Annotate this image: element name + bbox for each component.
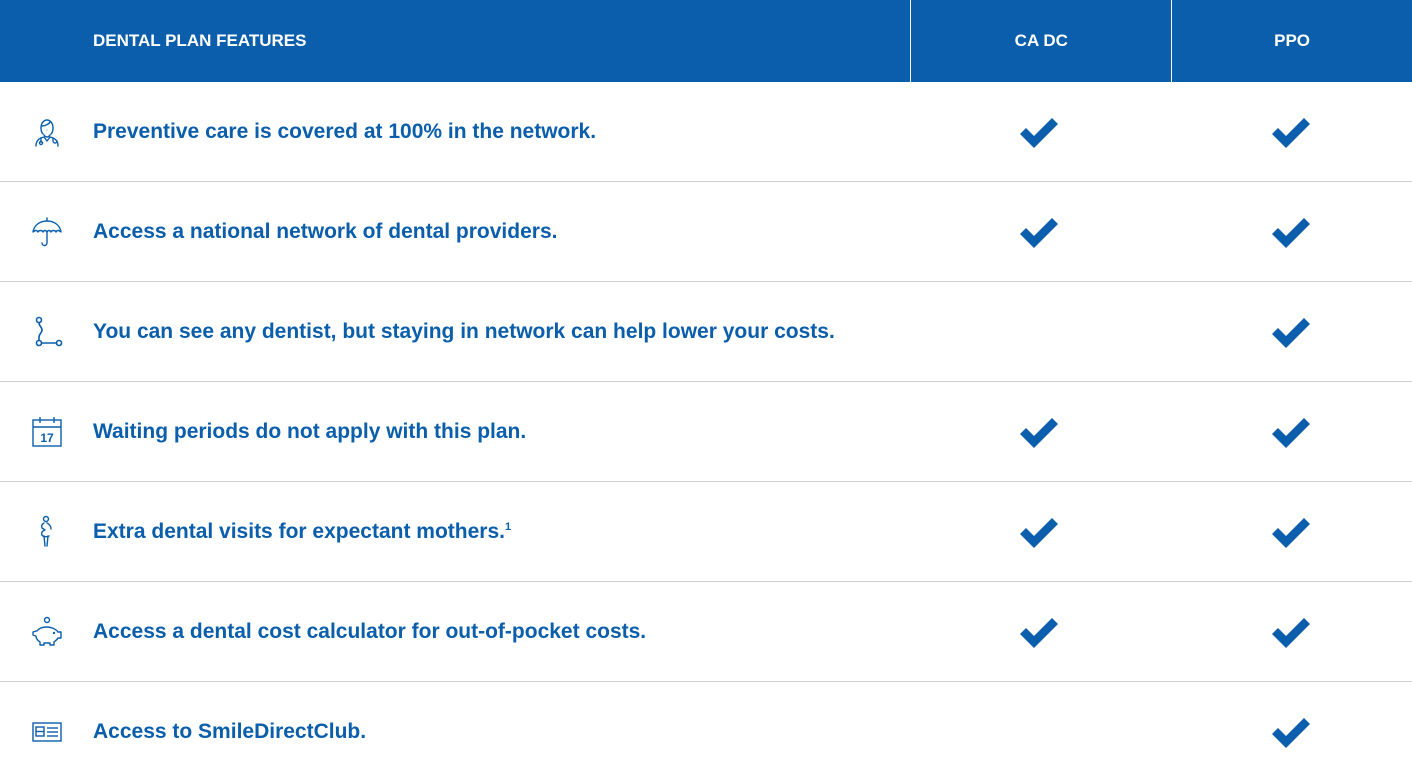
header-ca-dc: CA DC bbox=[910, 0, 1171, 82]
feature-text: Preventive care is covered at 100% in th… bbox=[93, 120, 906, 144]
ppo-check-cell bbox=[1171, 415, 1411, 449]
table-row: Access to SmileDirectClub. bbox=[0, 682, 1412, 781]
header-features: DENTAL PLAN FEATURES bbox=[0, 31, 905, 51]
ppo-check-cell bbox=[1171, 515, 1411, 549]
table-row: Preventive care is covered at 100% in th… bbox=[0, 82, 1412, 182]
pregnant-woman-icon bbox=[0, 515, 93, 549]
ca-dc-check-cell bbox=[906, 215, 1171, 249]
footnote-marker: 1 bbox=[505, 521, 511, 533]
checkmark-icon bbox=[1018, 615, 1060, 649]
table-row: 17 Waiting periods do not apply with this… bbox=[0, 382, 1412, 482]
checkmark-icon bbox=[1270, 315, 1312, 349]
feature-text: Extra dental visits for expectant mother… bbox=[93, 520, 906, 544]
checkmark-icon bbox=[1018, 215, 1060, 249]
calendar-icon: 17 bbox=[0, 415, 93, 449]
piggy-bank-icon bbox=[0, 615, 93, 649]
feature-text: Waiting periods do not apply with this p… bbox=[93, 420, 906, 444]
table-row: You can see any dentist, but staying in … bbox=[0, 282, 1412, 382]
ppo-check-cell bbox=[1171, 315, 1411, 349]
checkmark-icon bbox=[1018, 115, 1060, 149]
header-ppo: PPO bbox=[1171, 0, 1412, 82]
table-row: Access a dental cost calculator for out-… bbox=[0, 582, 1412, 682]
ppo-check-cell bbox=[1171, 715, 1411, 749]
ca-dc-check-cell bbox=[906, 615, 1171, 649]
calendar-day: 17 bbox=[40, 431, 54, 445]
feature-text: Access a national network of dental prov… bbox=[93, 220, 906, 244]
table-row: Extra dental visits for expectant mother… bbox=[0, 482, 1412, 582]
checkmark-icon bbox=[1270, 715, 1312, 749]
table-header: DENTAL PLAN FEATURES CA DC PPO bbox=[0, 0, 1412, 82]
ca-dc-check-cell bbox=[906, 115, 1171, 149]
checkmark-icon bbox=[1018, 415, 1060, 449]
ppo-check-cell bbox=[1171, 215, 1411, 249]
table-row: Access a national network of dental prov… bbox=[0, 182, 1412, 282]
umbrella-icon bbox=[0, 215, 93, 249]
dental-plan-features-table: DENTAL PLAN FEATURES CA DC PPO Preventiv… bbox=[0, 0, 1412, 781]
doctor-icon bbox=[0, 115, 93, 149]
feature-text: You can see any dentist, but staying in … bbox=[93, 320, 906, 344]
ppo-check-cell bbox=[1171, 115, 1411, 149]
feature-text: Access to SmileDirectClub. bbox=[93, 720, 906, 744]
table-body: Preventive care is covered at 100% in th… bbox=[0, 82, 1412, 781]
checkmark-icon bbox=[1270, 515, 1312, 549]
checkmark-icon bbox=[1270, 615, 1312, 649]
ca-dc-check-cell bbox=[906, 515, 1171, 549]
checkmark-icon bbox=[1270, 215, 1312, 249]
checkmark-icon bbox=[1270, 415, 1312, 449]
id-card-icon bbox=[0, 715, 93, 749]
checkmark-icon bbox=[1018, 515, 1060, 549]
feature-text: Access a dental cost calculator for out-… bbox=[93, 620, 906, 644]
checkmark-icon bbox=[1270, 115, 1312, 149]
ca-dc-check-cell bbox=[906, 415, 1171, 449]
route-icon bbox=[0, 315, 93, 349]
ppo-check-cell bbox=[1171, 615, 1411, 649]
